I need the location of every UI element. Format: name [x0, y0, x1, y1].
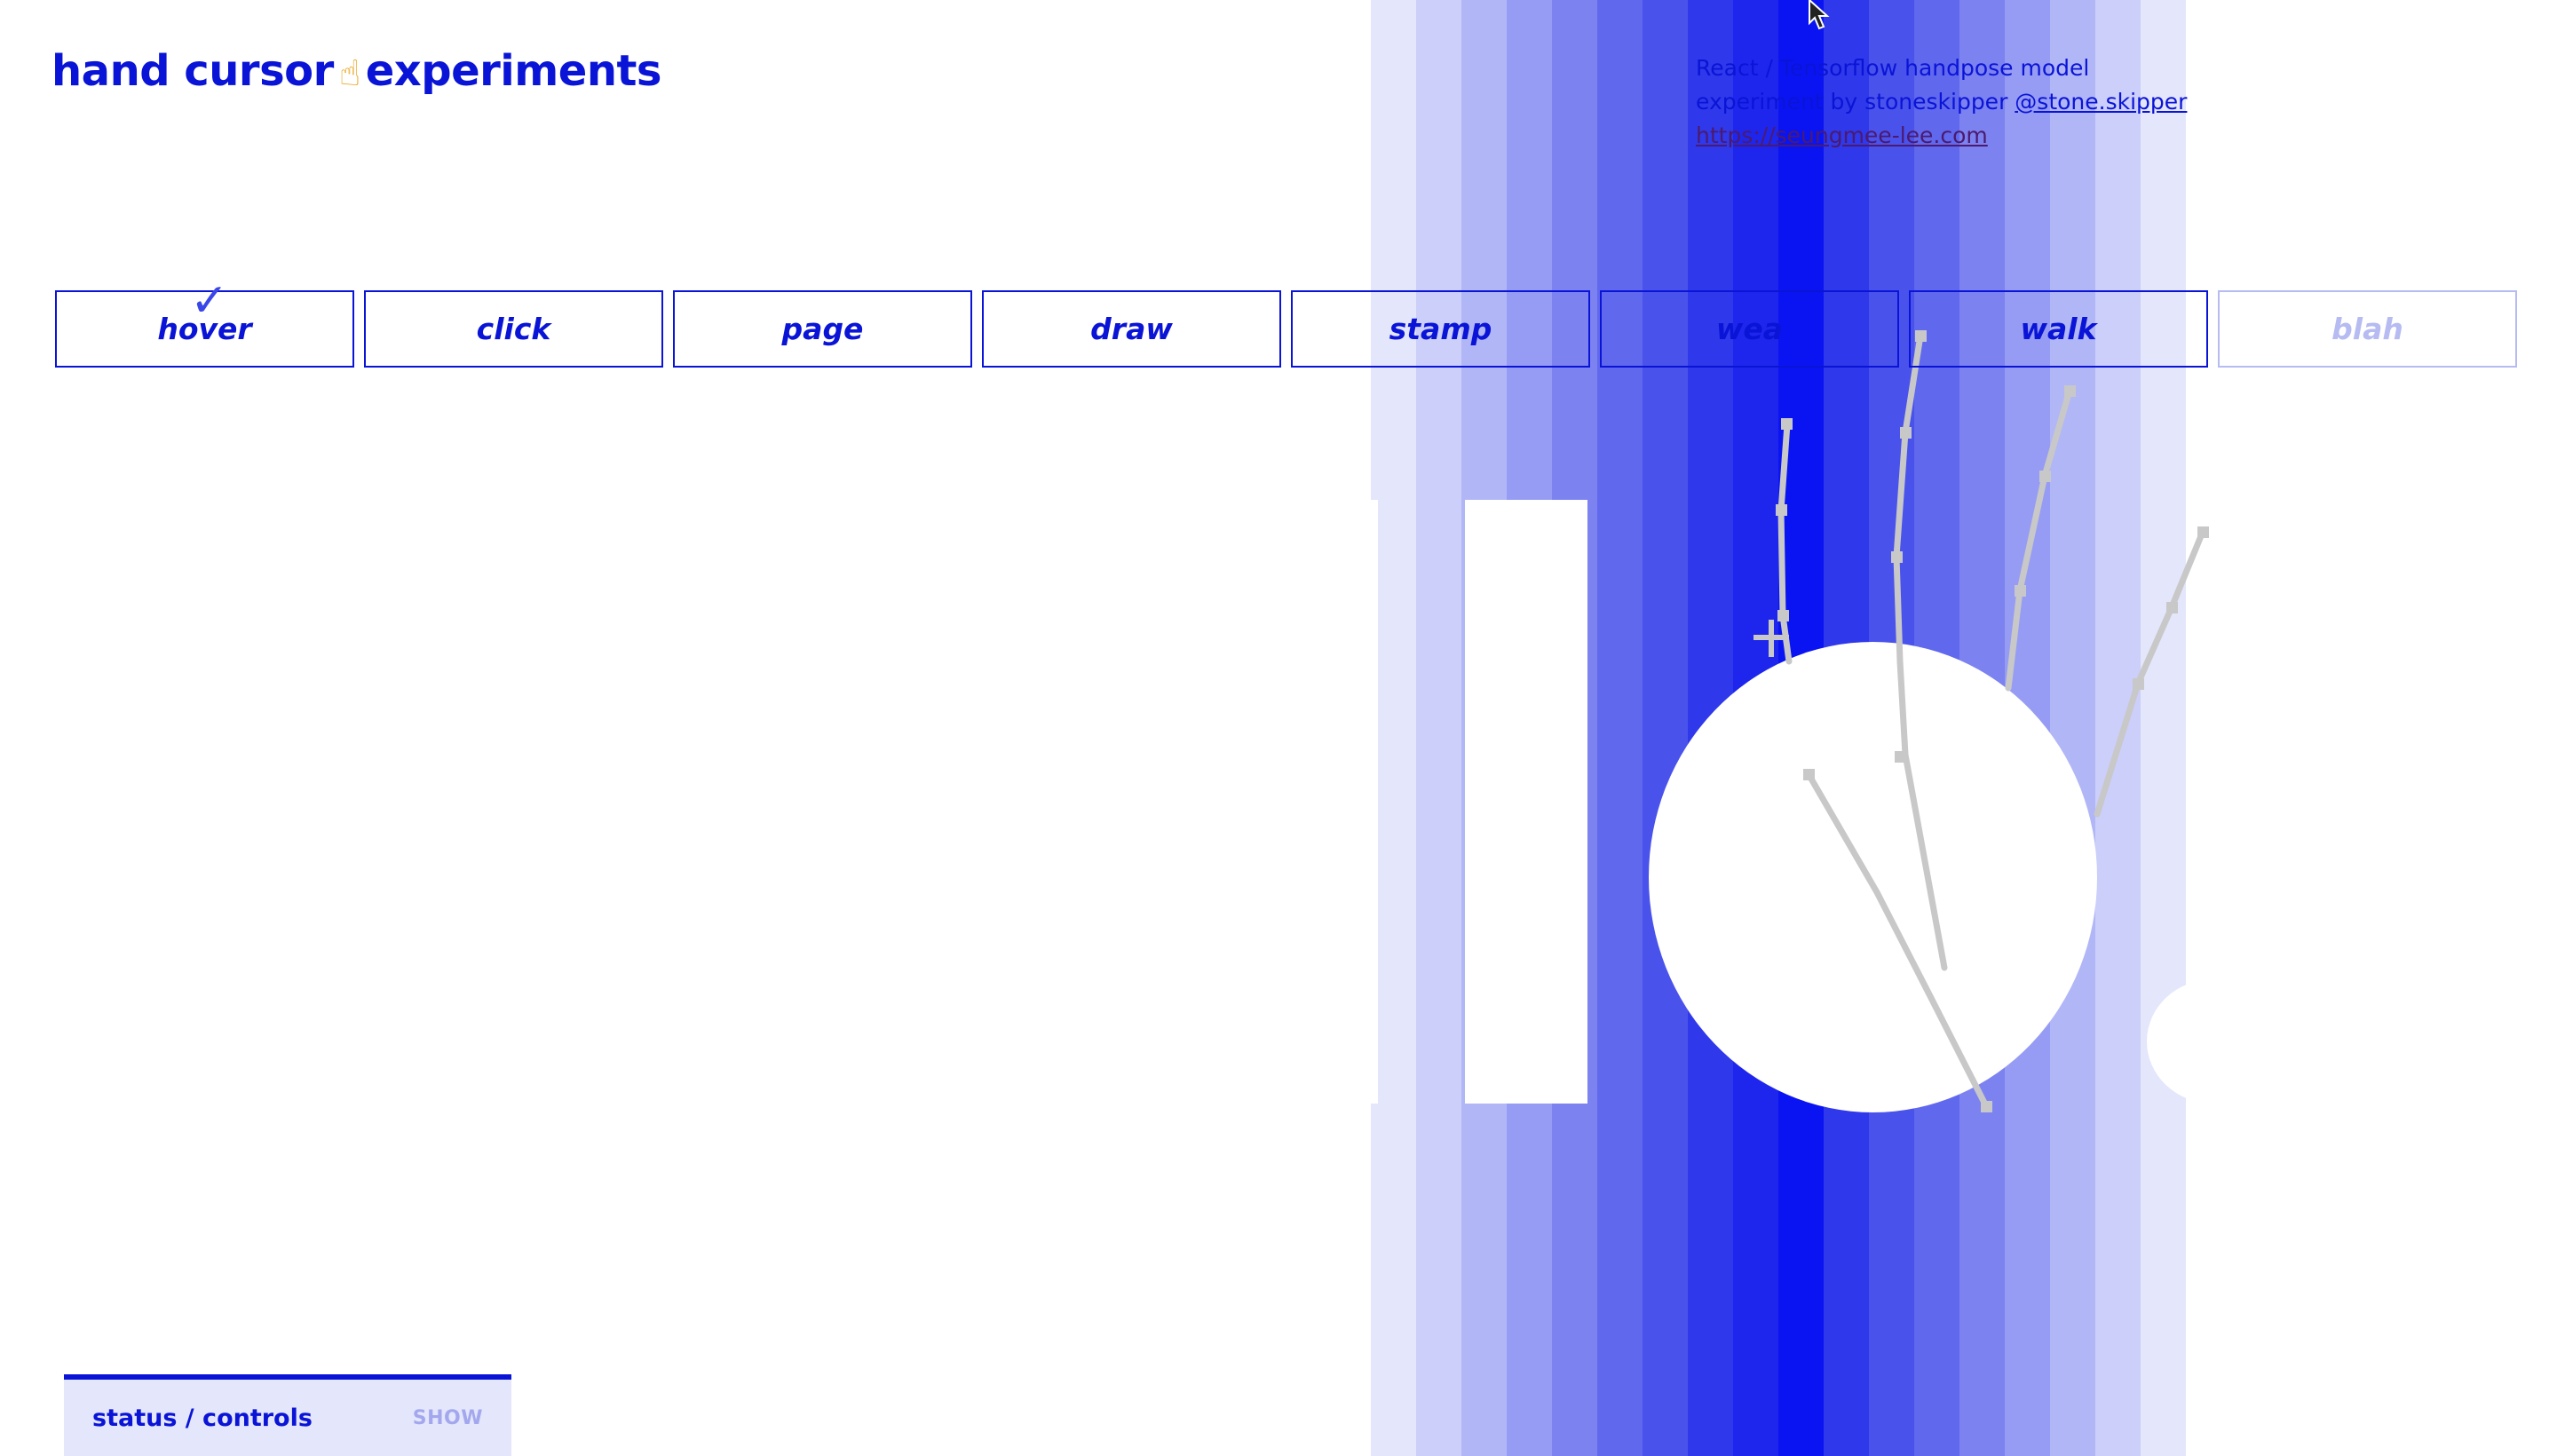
checkmark-icon: ✓: [190, 274, 229, 328]
tab-label: page: [781, 312, 864, 346]
tab-page[interactable]: page: [673, 290, 972, 368]
credits-author-text: experiment by stoneskipper: [1696, 89, 2015, 115]
mouse-pointer-icon: [1809, 0, 1830, 30]
tab-blah[interactable]: blah: [2218, 290, 2517, 368]
tab-label: blah: [2331, 312, 2403, 346]
credits-site-line: https://seungmee-lee.com: [1696, 119, 2187, 153]
status-controls-label: status / controls: [92, 1404, 313, 1432]
page-title: hand cursor ☝ experiments: [51, 46, 662, 96]
tab-click[interactable]: click: [364, 290, 663, 368]
credits-model-line: React / Tensorflow handpose model: [1696, 55, 2090, 81]
author-handle-link[interactable]: @stone.skipper: [2015, 89, 2187, 115]
tab-label: walk: [2020, 312, 2097, 346]
tab-label: stamp: [1389, 312, 1492, 346]
stripe-band: [1643, 0, 1688, 1456]
letter-fragment: [1364, 500, 1378, 1104]
tab-label: draw: [1090, 312, 1173, 346]
website-link[interactable]: https://seungmee-lee.com: [1696, 123, 1988, 148]
status-controls-panel: status / controls SHOW: [64, 1374, 511, 1456]
credits-author-line: experiment by stoneskipper @stone.skippe…: [1696, 85, 2187, 119]
tab-draw[interactable]: draw: [982, 290, 1281, 368]
title-text-main: hand cursor: [51, 46, 334, 96]
tab-label: wea: [1715, 312, 1784, 346]
tab-wea[interactable]: wea: [1600, 290, 1899, 368]
letter-fragment-dot: [2147, 979, 2280, 1104]
stripe-band: [1597, 0, 1643, 1456]
show-toggle-button[interactable]: SHOW: [413, 1407, 483, 1429]
big-letter-o: [1649, 642, 2097, 1112]
letter-o-counter: [1773, 738, 1973, 1019]
credits-block: React / Tensorflow handpose model experi…: [1696, 51, 2187, 153]
stripe-band: [2095, 0, 2141, 1456]
big-letter-l: [1465, 500, 1587, 1104]
tab-walk[interactable]: walk: [1909, 290, 2208, 368]
pointing-finger-icon: ☝: [338, 53, 360, 94]
tab-label: click: [476, 312, 551, 346]
title-text-secondary: experiments: [365, 46, 662, 96]
stripe-band: [2050, 0, 2095, 1456]
tab-hover[interactable]: ✓ hover: [55, 278, 354, 368]
stripe-band: [2141, 0, 2186, 1456]
stripe-band: [1416, 0, 1461, 1456]
experiment-tabs: ✓ hover click page draw stamp wea walk b…: [55, 278, 2517, 368]
tab-stamp[interactable]: stamp: [1291, 290, 1590, 368]
